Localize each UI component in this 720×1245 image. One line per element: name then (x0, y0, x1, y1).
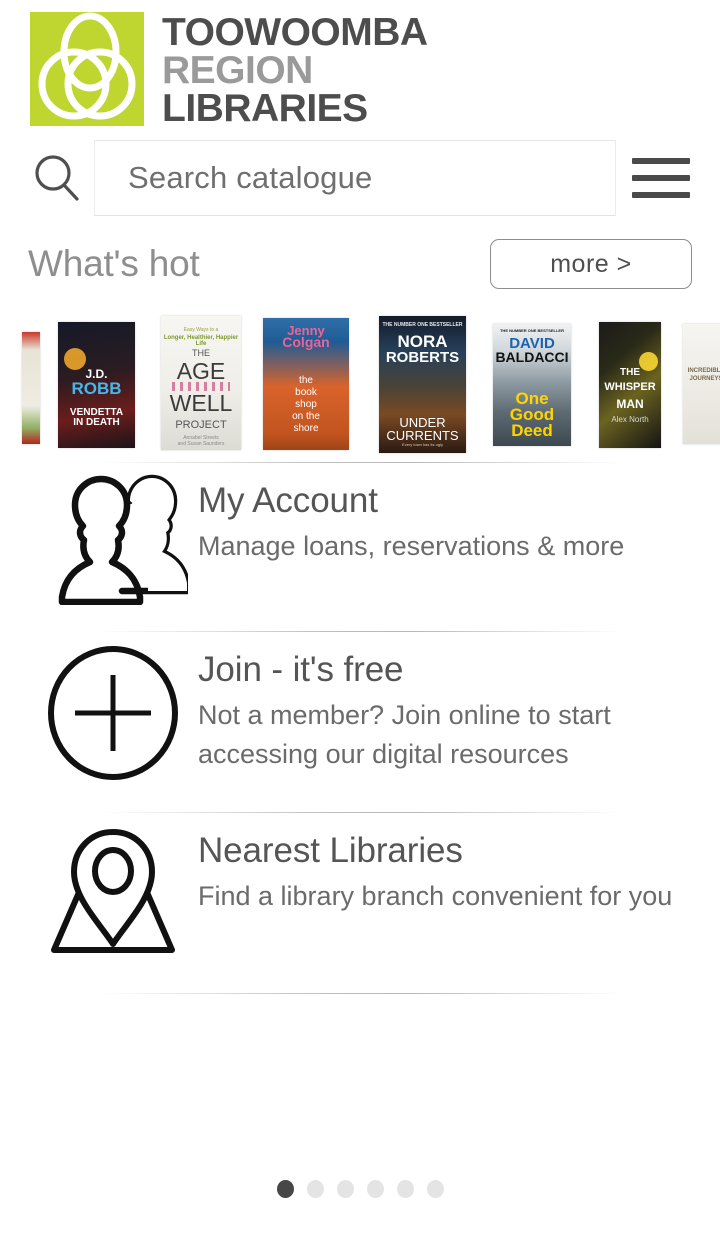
cover-text: WELL (169, 390, 233, 416)
pagination-dot[interactable] (366, 1180, 384, 1198)
cover-text: JOURNEYS (689, 376, 720, 382)
cover-text: book (295, 387, 317, 398)
cover-text: the (299, 375, 313, 386)
cover-text: THE (192, 348, 210, 358)
feature-row-my-account[interactable]: My Account Manage loans, reservations & … (0, 463, 720, 631)
interlocking-circles-logo-icon (28, 10, 146, 128)
search-icon[interactable] (28, 149, 86, 207)
feature-text-my-account: My Account Manage loans, reservations & … (198, 463, 624, 566)
pagination-dots[interactable] (0, 1180, 720, 1198)
cover-text: ROBB (71, 379, 122, 398)
cover-text: shop (295, 399, 317, 410)
cover-text: Colgan (282, 334, 330, 350)
cover-text: MAN (616, 397, 644, 411)
book-cover-one-good-deed[interactable]: THE NUMBER ONE BESTSELLER DAVID BALDACCI On… (493, 324, 571, 446)
book-cover-bookshop-on-the-shore[interactable]: Jenny Colgan the book shop on the shore (263, 318, 349, 450)
cover-text: THE NUMBER ONE BESTSELLER (382, 322, 463, 328)
feature-subtitle: Not a member? Join online to start acces… (198, 700, 611, 769)
cover-text: Alex North (611, 415, 649, 424)
feature-title: Nearest Libraries (198, 831, 463, 870)
cover-text: AGE (176, 358, 226, 384)
cover-text: PROJECT (175, 419, 227, 431)
feature-text-nearest-libraries: Nearest Libraries Find a library branch … (198, 813, 672, 916)
cover-text: THE NUMBER ONE BESTSELLER (499, 328, 564, 333)
feature-subtitle: Find a library branch convenient for you (198, 881, 673, 912)
book-cover-partial-left[interactable] (22, 332, 40, 444)
brand-line-region: REGION (162, 49, 313, 93)
brand-line-toowoomba: TOOWOOMBA (162, 11, 428, 54)
feature-row-join[interactable]: Join - it's free Not a member? Join onli… (0, 632, 720, 812)
book-cover-under-currents[interactable]: THE NUMBER ONE BESTSELLER NORA ROBERTS UNDE… (379, 316, 466, 453)
cover-text: Longer, Healthier, Happier Life (163, 335, 239, 348)
two-people-icon (28, 463, 198, 613)
feature-text-join: Join - it's free Not a member? Join onli… (198, 632, 678, 773)
cover-text: shore (293, 423, 319, 434)
hamburger-menu-icon[interactable] (630, 147, 692, 209)
search-placeholder: Search catalogue (128, 160, 373, 195)
cover-text: on the (292, 411, 320, 422)
app-root: TOOWOOMBA REGION LIBRARIES Search catalo… (0, 0, 720, 1245)
cover-text: CURRENTS (386, 428, 459, 443)
book-cover-age-well-project[interactable]: Easy Ways to a Longer, Healthier, Happier… (161, 316, 241, 450)
cover-text: and Susan Saunders (177, 441, 225, 447)
cover-text: Deed (511, 421, 553, 440)
pagination-dot[interactable] (396, 1180, 414, 1198)
book-cover-whisper-man[interactable]: THE WHISPER MAN Alex North (599, 322, 661, 448)
pagination-dot[interactable] (336, 1180, 354, 1198)
cover-text: Easy Ways to a (183, 327, 219, 333)
whats-hot-more-button[interactable]: more > (490, 239, 692, 289)
feature-title: Join - it's free (198, 650, 404, 689)
cover-text: BALDACCI (495, 349, 569, 365)
pagination-dot[interactable] (276, 1180, 294, 1198)
pagination-dot[interactable] (426, 1180, 444, 1198)
pagination-dot[interactable] (306, 1180, 324, 1198)
brand-wordmark: TOOWOOMBA REGION LIBRARIES (162, 10, 428, 129)
whats-hot-carousel[interactable]: J.D. ROBB VENDETTA IN DEATH Easy Ways to a Lo… (0, 302, 720, 462)
feature-row-nearest-libraries[interactable]: Nearest Libraries Find a library branch … (0, 813, 720, 993)
cover-text: Every town has its ugly (402, 442, 443, 447)
cover-text: INCREDIBLE (687, 368, 720, 374)
cover-text: ROBERTS (385, 349, 460, 366)
cover-text: THE (620, 367, 640, 378)
search-bar: Search catalogue (0, 136, 720, 220)
circle-plus-icon (28, 632, 198, 794)
whats-hot-header: What's hot more > (0, 220, 720, 294)
feature-title: My Account (198, 481, 378, 520)
map-pin-icon (28, 813, 198, 975)
carousel-track[interactable]: J.D. ROBB VENDETTA IN DEATH Easy Ways to a Lo… (0, 302, 720, 462)
divider (97, 993, 623, 994)
brand-line-libraries: LIBRARIES (162, 87, 368, 131)
whats-hot-title: What's hot (28, 243, 200, 284)
book-cover-incredible-journeys[interactable]: INCREDIBLE JOURNEYS (683, 324, 720, 444)
cover-badge (64, 348, 86, 370)
cover-text: IN DEATH (73, 417, 120, 428)
feature-subtitle: Manage loans, reservations & more (198, 531, 625, 562)
cover-text: NORA (397, 332, 448, 351)
book-cover-vendetta-in-death[interactable]: J.D. ROBB VENDETTA IN DEATH (58, 322, 135, 448)
brand-header: TOOWOOMBA REGION LIBRARIES (0, 0, 720, 136)
search-input[interactable]: Search catalogue (94, 140, 616, 216)
cover-text: WHISPER (604, 381, 656, 393)
